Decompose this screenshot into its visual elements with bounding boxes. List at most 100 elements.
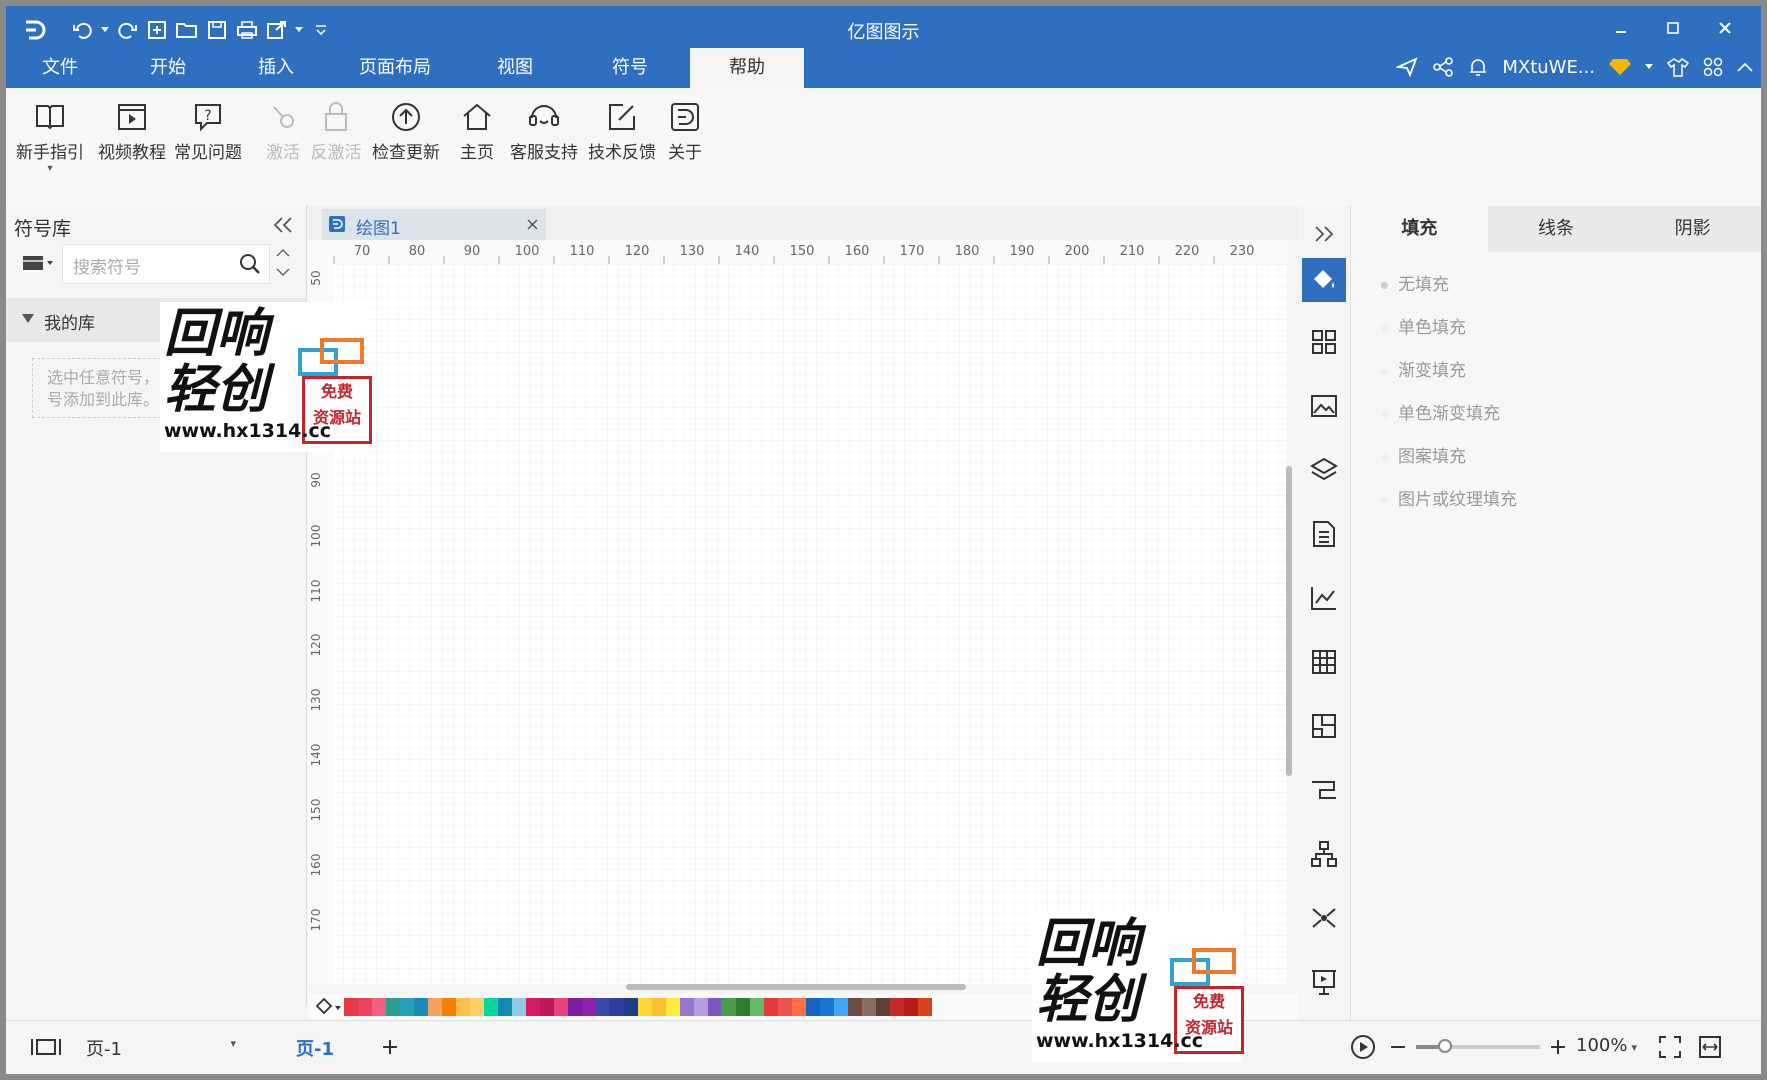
search-icon[interactable] — [239, 253, 261, 275]
send-icon[interactable] — [1396, 57, 1418, 77]
library-menu-icon[interactable] — [22, 252, 54, 274]
page-list-icon[interactable] — [1302, 512, 1346, 556]
vertical-scrollbar[interactable] — [1286, 466, 1292, 776]
tab-page-layout[interactable]: 页面布局 — [330, 48, 460, 88]
mind-map-icon[interactable] — [1302, 896, 1346, 940]
color-swatch[interactable] — [386, 998, 400, 1016]
fill-option-solid[interactable]: 单色填充 — [1381, 313, 1466, 338]
fit-width-icon[interactable] — [1698, 1035, 1722, 1059]
color-swatch[interactable] — [652, 998, 666, 1016]
diamond-icon[interactable] — [1609, 58, 1631, 76]
close-tab-icon[interactable] — [527, 219, 538, 230]
chevron-down-icon[interactable] — [276, 268, 290, 277]
color-swatch[interactable] — [358, 998, 372, 1016]
expand-panel-icon[interactable] — [1302, 212, 1346, 256]
tab-fill[interactable]: 填充 — [1351, 206, 1488, 252]
about-button[interactable]: 关于 — [662, 96, 708, 163]
org-chart-icon[interactable] — [1302, 832, 1346, 876]
tab-file[interactable]: 文件 — [6, 48, 114, 88]
page-view-icon[interactable] — [30, 1037, 62, 1057]
color-swatch[interactable] — [876, 998, 890, 1016]
fill-option-pattern[interactable]: 图案填充 — [1381, 442, 1466, 467]
fill-bucket-icon[interactable] — [1302, 258, 1346, 302]
color-swatch[interactable] — [862, 998, 876, 1016]
feedback-button[interactable]: 技术反馈 — [584, 96, 660, 163]
zoom-level[interactable]: 100% ▾ — [1576, 1035, 1637, 1056]
color-swatch[interactable] — [638, 998, 652, 1016]
close-icon[interactable] — [1699, 14, 1751, 42]
color-swatch[interactable] — [778, 998, 792, 1016]
collapse-ribbon-icon[interactable] — [1737, 62, 1753, 72]
chevron-down-icon[interactable] — [1645, 64, 1653, 70]
color-swatch[interactable] — [750, 998, 764, 1016]
user-name[interactable]: MXtuWE... — [1502, 57, 1595, 78]
color-swatch[interactable] — [666, 998, 680, 1016]
color-swatch[interactable] — [904, 998, 918, 1016]
chevron-up-icon[interactable] — [276, 248, 290, 257]
shirt-icon[interactable] — [1667, 57, 1689, 77]
grid-layout-icon[interactable] — [1302, 320, 1346, 364]
color-swatch[interactable] — [372, 998, 386, 1016]
color-swatch[interactable] — [596, 998, 610, 1016]
color-swatch[interactable] — [526, 998, 540, 1016]
color-swatch[interactable] — [498, 998, 512, 1016]
zoom-slider[interactable] — [1416, 1039, 1540, 1053]
color-swatch[interactable] — [722, 998, 736, 1016]
add-page-icon[interactable] — [382, 1039, 398, 1055]
apps-icon[interactable] — [1703, 57, 1723, 77]
color-swatch[interactable] — [512, 998, 526, 1016]
color-swatch[interactable] — [456, 998, 470, 1016]
image-icon[interactable] — [1302, 384, 1346, 428]
fill-bucket-icon[interactable] — [314, 997, 342, 1017]
zoom-slider-handle[interactable] — [1438, 1039, 1452, 1053]
color-swatch[interactable] — [708, 998, 722, 1016]
tab-insert[interactable]: 插入 — [222, 48, 330, 88]
zoom-in-icon[interactable] — [1550, 1039, 1566, 1055]
share-icon[interactable] — [1432, 57, 1454, 77]
layers-icon[interactable] — [1302, 448, 1346, 492]
collapse-left-icon[interactable] — [272, 216, 294, 234]
color-swatch[interactable] — [736, 998, 750, 1016]
color-swatch[interactable] — [554, 998, 568, 1016]
color-swatch[interactable] — [848, 998, 862, 1016]
color-swatch[interactable] — [568, 998, 582, 1016]
color-swatch[interactable] — [806, 998, 820, 1016]
color-swatch[interactable] — [442, 998, 456, 1016]
search-input[interactable]: 搜索符号 — [62, 244, 270, 284]
tab-start[interactable]: 开始 — [114, 48, 222, 88]
floor-plan-icon[interactable] — [1302, 704, 1346, 748]
color-swatch[interactable] — [540, 998, 554, 1016]
color-swatch[interactable] — [400, 998, 414, 1016]
color-swatch[interactable] — [890, 998, 904, 1016]
zoom-out-icon[interactable] — [1390, 1045, 1406, 1049]
color-swatch[interactable] — [694, 998, 708, 1016]
maximize-icon[interactable] — [1647, 14, 1699, 42]
check-update-button[interactable]: 检查更新 — [368, 96, 444, 163]
horizontal-scrollbar[interactable] — [626, 984, 966, 990]
home-button[interactable]: 主页 — [454, 96, 500, 163]
deactivate-button[interactable]: 反激活 — [306, 96, 366, 163]
color-swatch[interactable] — [414, 998, 428, 1016]
video-tutorial-button[interactable]: 视频教程 — [94, 96, 170, 163]
minimize-icon[interactable] — [1595, 14, 1647, 42]
page-tab[interactable]: 页-1 — [296, 1035, 334, 1061]
color-swatch[interactable] — [582, 998, 596, 1016]
fill-option-single-gradient[interactable]: 单色渐变填充 — [1381, 399, 1500, 424]
color-swatch[interactable] — [470, 998, 484, 1016]
color-swatch[interactable] — [344, 998, 358, 1016]
fill-option-none[interactable]: 无填充 — [1381, 270, 1449, 295]
activate-button[interactable]: 激活 — [260, 96, 306, 163]
color-swatch[interactable] — [610, 998, 624, 1016]
table-icon[interactable] — [1302, 640, 1346, 684]
tab-line[interactable]: 线条 — [1488, 206, 1625, 252]
color-swatch[interactable] — [820, 998, 834, 1016]
tab-view[interactable]: 视图 — [460, 48, 570, 88]
guide-button[interactable]: 新手指引 ▾ — [14, 96, 86, 174]
color-swatch[interactable] — [834, 998, 848, 1016]
document-tab[interactable]: 绘图1 — [322, 209, 546, 240]
tab-symbol[interactable]: 符号 — [570, 48, 690, 88]
color-swatch[interactable] — [624, 998, 638, 1016]
tab-shadow[interactable]: 阴影 — [1624, 206, 1761, 252]
color-swatch[interactable] — [764, 998, 778, 1016]
faq-button[interactable]: ? 常见问题 — [170, 96, 246, 163]
